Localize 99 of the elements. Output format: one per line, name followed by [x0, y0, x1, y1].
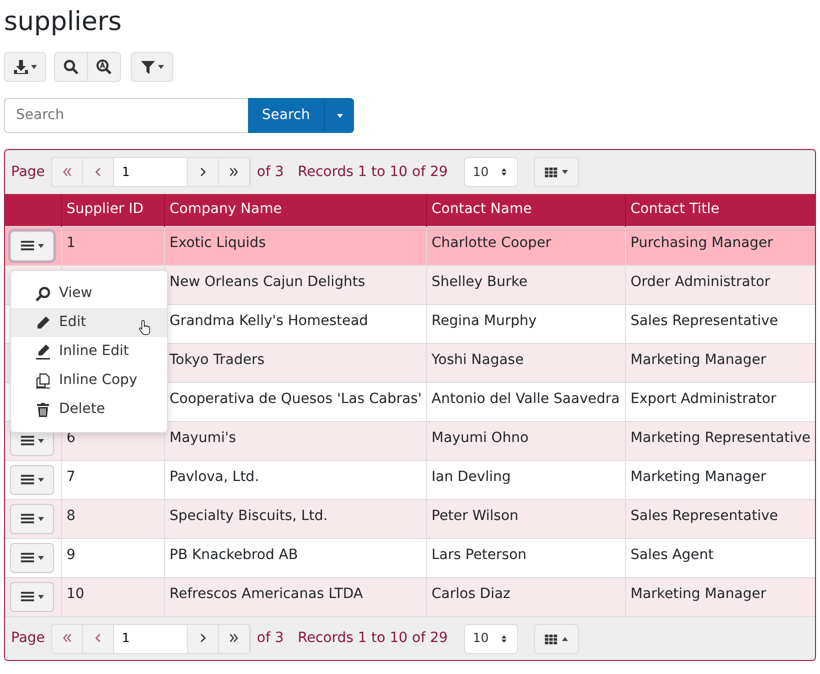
- table-cell: Mayumi Ohno: [432, 430, 529, 446]
- column-header[interactable]: Supplier ID: [61, 194, 164, 226]
- search-icon: [35, 286, 51, 302]
- record-count: Records 1 to 10 of 29: [298, 162, 448, 182]
- sort-icon: [498, 634, 509, 644]
- grid-icon: [544, 632, 558, 646]
- table-cell: Cooperativa de Quesos 'Las Cabras': [170, 390, 422, 406]
- pencil-icon: [35, 314, 51, 330]
- row-actions-button[interactable]: [10, 230, 54, 260]
- column-chooser-button[interactable]: [534, 624, 579, 654]
- menu-icon: [20, 511, 35, 526]
- table-cell: 9: [66, 546, 76, 562]
- menu-item[interactable]: View: [11, 279, 167, 308]
- table-cell: Tokyo Traders: [170, 352, 265, 368]
- double-chevron-left-icon: [62, 166, 72, 177]
- table-cell: Marketing Manager: [630, 468, 766, 484]
- table-cell: Sales Representative: [630, 312, 778, 328]
- page-count: of 3: [256, 162, 284, 182]
- trash-icon: [35, 402, 51, 418]
- filter-icon: [140, 59, 156, 75]
- table-cell: Sales Agent: [630, 546, 714, 562]
- page-count: of 3: [256, 629, 284, 648]
- menu-icon: [20, 472, 35, 487]
- table-cell: Antonio del Valle Saavedra: [432, 390, 620, 406]
- menu-icon: [20, 238, 35, 253]
- menu-icon: [20, 550, 35, 565]
- table-cell: Carlos Diaz: [432, 586, 510, 602]
- filter-button[interactable]: [131, 52, 173, 82]
- table-cell: Ian Devling: [432, 468, 511, 484]
- table-cell: Refrescos Americanas LTDA: [170, 586, 363, 602]
- download-icon: [13, 59, 29, 75]
- table-cell: Specialty Biscuits, Ltd.: [170, 508, 328, 524]
- table-cell: Order Administrator: [630, 274, 770, 290]
- chevron-left-icon: [92, 633, 103, 644]
- table-cell: 8: [66, 508, 76, 524]
- first-page-button[interactable]: [52, 158, 83, 186]
- table-cell: Peter Wilson: [432, 508, 518, 524]
- table-cell: New Orleans Cajun Delights: [170, 274, 366, 290]
- menu-item[interactable]: Edit: [11, 308, 167, 337]
- row-actions-button[interactable]: [10, 504, 54, 534]
- column-header[interactable]: Contact Title: [625, 194, 815, 226]
- menu-icon: [20, 433, 35, 448]
- table-cell: Shelley Burke: [432, 274, 528, 290]
- table-cell: Lars Peterson: [432, 546, 527, 562]
- column-header[interactable]: Company Name: [164, 194, 426, 226]
- column-header[interactable]: Contact Name: [426, 194, 625, 226]
- table-cell: Purchasing Manager: [630, 234, 773, 250]
- row-actions-button[interactable]: [10, 464, 54, 494]
- copy-icon: [35, 372, 51, 388]
- table-cell: Marketing Manager: [630, 352, 766, 368]
- export-button[interactable]: [4, 52, 46, 82]
- menu-item[interactable]: Delete: [11, 395, 167, 424]
- table-cell: Mayumi's: [170, 430, 236, 446]
- sort-icon: [498, 167, 509, 177]
- table-cell: Grandma Kelly's Homestead: [170, 312, 368, 328]
- chevron-right-icon: [198, 166, 208, 177]
- last-page-button[interactable]: [218, 624, 250, 652]
- table-cell: Yoshi Nagase: [432, 352, 524, 368]
- table-cell: PB Knackebrod AB: [170, 546, 298, 562]
- chevron-left-icon: [92, 166, 103, 177]
- page-title: suppliers: [4, 6, 123, 39]
- table-cell: Marketing Manager: [630, 586, 766, 602]
- page-size-select[interactable]: 10: [464, 624, 518, 654]
- last-page-button[interactable]: [218, 158, 250, 186]
- table-cell: Exotic Liquids: [170, 234, 266, 250]
- search-button[interactable]: [54, 52, 88, 82]
- table-cell: 7: [66, 468, 76, 484]
- page-size-select[interactable]: 10: [464, 157, 518, 187]
- page-label: Page: [11, 162, 45, 182]
- pencil-line-icon: [35, 344, 51, 360]
- table-cell: Export Administrator: [630, 390, 776, 406]
- search-field[interactable]: Search: [4, 98, 248, 133]
- page-number-field[interactable]: 1: [114, 158, 188, 186]
- column-chooser-button[interactable]: [534, 157, 579, 187]
- menu-item[interactable]: Inline Copy: [11, 366, 167, 395]
- double-chevron-right-icon: [228, 166, 239, 177]
- search-submit-button[interactable]: Search: [248, 98, 324, 133]
- table-cell: Regina Murphy: [432, 312, 537, 328]
- menu-item[interactable]: Inline Edit: [11, 337, 167, 366]
- table-cell: Marketing Representative: [630, 430, 811, 446]
- search-icon: [63, 59, 79, 75]
- page-number-field[interactable]: 1: [114, 624, 188, 652]
- row-actions-button[interactable]: [10, 582, 54, 612]
- table-cell: Pavlova, Ltd.: [170, 468, 260, 484]
- page-label: Page: [11, 629, 45, 648]
- record-count: Records 1 to 10 of 29: [298, 629, 448, 648]
- table-cell: 10: [66, 586, 84, 602]
- table-cell: Charlotte Cooper: [432, 234, 552, 250]
- grid-icon: [544, 165, 558, 179]
- menu-icon: [20, 589, 35, 604]
- row-actions-button[interactable]: [10, 542, 54, 572]
- table-cell: 1: [66, 234, 76, 250]
- magnifier-letter-icon: [96, 59, 112, 75]
- double-chevron-left-icon: [62, 633, 72, 644]
- chevron-right-icon: [198, 633, 208, 644]
- table-cell: Sales Representative: [630, 508, 778, 524]
- advanced-search-button[interactable]: [88, 52, 121, 82]
- first-page-button[interactable]: [52, 624, 83, 652]
- double-chevron-right-icon: [228, 633, 239, 644]
